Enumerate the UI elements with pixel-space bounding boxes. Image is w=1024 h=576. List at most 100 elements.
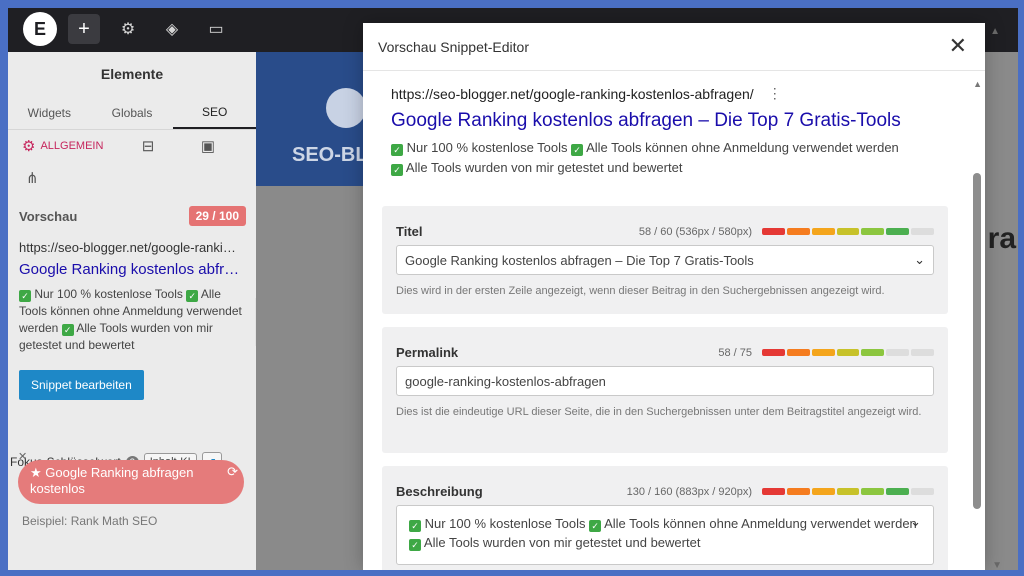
- panel-tabs: Widgets Globals SEO: [8, 96, 257, 130]
- keyword-example: Beispiel: Rank Math SEO: [22, 514, 158, 528]
- chat-icon: ▭: [208, 21, 224, 38]
- checkmark-icon: ✓: [409, 539, 421, 551]
- permalink-section: Permalink 58 / 75 google-ranking-kostenl…: [382, 327, 948, 453]
- length-bar-segment: [762, 349, 785, 356]
- close-icon[interactable]: ✕: [949, 35, 967, 57]
- app-frame: E + ⚙ ◈ ▭ Elemente Widgets Globals SEO ⚙…: [8, 8, 1018, 570]
- permalink-label: Permalink: [396, 345, 459, 360]
- edit-snippet-button[interactable]: Snippet bearbeiten: [19, 370, 144, 400]
- site-banner: SEO-BLO: [256, 52, 383, 186]
- page-scroll-up-icon[interactable]: ▲: [990, 26, 1000, 37]
- description-length-bar: [762, 488, 935, 495]
- title-hint: Dies wird in der ersten Zeile angezeigt,…: [396, 285, 885, 297]
- preview-desc-1: Nur 100 % kostenlose Tools: [34, 287, 183, 301]
- chevron-down-icon[interactable]: ⌄: [914, 252, 925, 268]
- preview-description: ✓ Nur 100 % kostenlose Tools ✓ Alle Tool…: [19, 286, 245, 354]
- title-input[interactable]: Google Ranking kostenlos abfragen – Die …: [396, 245, 934, 275]
- refresh-icon[interactable]: ⟳: [227, 464, 238, 480]
- checkmark-icon: ✓: [391, 144, 403, 156]
- panel-title: Elemente: [100, 66, 164, 82]
- site-settings-button[interactable]: ⚙: [112, 14, 144, 44]
- length-bar-segment: [886, 228, 910, 235]
- description-value-1: Nur 100 % kostenlose Tools: [424, 516, 586, 531]
- add-element-button[interactable]: +: [68, 14, 100, 44]
- checkmark-icon: ✓: [391, 164, 403, 176]
- length-bar-segment: [861, 228, 885, 235]
- length-bar-segment: [786, 488, 810, 495]
- briefcase-icon: ⊟: [141, 138, 155, 155]
- length-bar-segment: [762, 488, 785, 495]
- checkmark-icon: ✓: [186, 290, 199, 302]
- keyword-tag-label: Google Ranking abfragen kostenlos: [30, 465, 194, 496]
- star-icon: ★: [30, 465, 42, 480]
- tab-globals[interactable]: Globals: [91, 96, 174, 129]
- elements-panel: Elemente Widgets Globals SEO ⚙ ALLGEMEIN…: [8, 52, 257, 570]
- notes-button[interactable]: ▭: [200, 14, 232, 44]
- length-bar-segment: [861, 488, 885, 495]
- checkmark-icon: ✓: [19, 290, 31, 302]
- plus-icon: +: [78, 17, 90, 40]
- keyword-tag-box: ✕ ★ Google Ranking abfragen kostenlos ⟳: [14, 450, 250, 512]
- serp-preview: https://seo-blogger.net/google-ranking-k…: [363, 71, 985, 178]
- checkmark-icon: ✓: [61, 324, 74, 336]
- length-bar-segment: [811, 349, 835, 356]
- chevron-down-icon[interactable]: ⌄: [910, 512, 921, 531]
- preview-url: https://seo-blogger.net/google-ranking-k…: [19, 240, 239, 255]
- serp-desc-1: Nur 100 % kostenlose Tools: [406, 140, 568, 155]
- scroll-up-arrow-icon[interactable]: ▲: [973, 79, 982, 89]
- layers-icon: ◈: [165, 21, 179, 38]
- title-input-value: Google Ranking kostenlos abfragen – Die …: [405, 252, 754, 268]
- seo-tab-social[interactable]: ▣: [178, 137, 238, 155]
- length-bar-segment: [786, 228, 810, 235]
- title-length-bar: [762, 228, 935, 235]
- permalink-length-bar: [762, 349, 935, 356]
- description-length-counter: 130 / 160 (883px / 920px): [626, 485, 752, 498]
- remove-keyword-icon[interactable]: ✕: [18, 450, 27, 463]
- page-scroll-down-icon[interactable]: ▼: [992, 560, 1002, 570]
- permalink-input-value: google-ranking-kostenlos-abfragen: [405, 373, 606, 389]
- serp-title[interactable]: Google Ranking kostenlos abfragen – Die …: [391, 110, 985, 132]
- length-bar-segment: [886, 349, 910, 356]
- serp-desc-2: Alle Tools können ohne Anmeldung verwend…: [586, 140, 899, 155]
- length-bar-segment: [836, 349, 860, 356]
- snippet-editor-modal: Vorschau Snippet-Editor ✕ https://seo-bl…: [363, 23, 985, 570]
- title-length-counter: 58 / 60 (536px / 580px): [638, 225, 752, 238]
- permalink-length-counter: 58 / 75: [718, 346, 752, 359]
- more-options-icon[interactable]: ⋮: [768, 85, 782, 102]
- seo-tab-schema[interactable]: ⋔: [8, 162, 256, 194]
- modal-scrollbar[interactable]: [973, 173, 981, 509]
- description-value-3: Alle Tools wurden von mir getestet und b…: [423, 535, 701, 550]
- serp-desc-3: Alle Tools wurden von mir getestet und b…: [405, 160, 683, 175]
- schema-graph-icon: ⋔: [26, 170, 39, 187]
- title-label: Titel: [396, 224, 423, 239]
- keyword-tag[interactable]: ★ Google Ranking abfragen kostenlos: [18, 460, 244, 504]
- seo-tab-general[interactable]: ⚙ ALLGEMEIN: [22, 137, 118, 155]
- tab-seo[interactable]: SEO: [173, 96, 257, 129]
- structure-button[interactable]: ◈: [156, 14, 188, 44]
- seo-tab-advanced[interactable]: ⊟: [118, 137, 178, 155]
- length-bar-segment: [911, 349, 935, 356]
- checkmark-icon: ✓: [589, 520, 602, 532]
- preview-link[interactable]: Google Ranking kostenlos abfragen – Die …: [19, 261, 241, 278]
- elementor-logo-icon[interactable]: E: [23, 12, 57, 46]
- length-bar-segment: [836, 228, 860, 235]
- title-section: Titel 58 / 60 (536px / 580px) Google Ran…: [382, 206, 948, 314]
- length-bar-segment: [886, 488, 910, 495]
- permalink-input[interactable]: google-ranking-kostenlos-abfragen: [396, 366, 934, 396]
- seo-tab-general-label: ALLGEMEIN: [40, 140, 104, 152]
- gear-icon: ⚙: [22, 138, 36, 155]
- description-textarea[interactable]: ✓ Nur 100 % kostenlose Tools ✓ Alle Tool…: [396, 505, 934, 565]
- preview-title: Vorschau: [19, 208, 78, 224]
- seo-subtabs: ⚙ ALLGEMEIN ⊟ ▣: [8, 130, 256, 162]
- length-bar-segment: [762, 228, 785, 235]
- checkmark-icon: ✓: [571, 144, 584, 156]
- description-value-2: Alle Tools können ohne Anmeldung verwend…: [604, 516, 917, 531]
- canvas-heading-fragment: ra: [987, 222, 1016, 255]
- site-emblem-icon: [326, 88, 366, 128]
- sliders-icon: ⚙: [120, 21, 136, 38]
- preview-box: Vorschau 29 / 100 https://seo-blogger.ne…: [8, 198, 256, 400]
- length-bar-segment: [786, 349, 810, 356]
- image-icon: ▣: [200, 138, 216, 155]
- length-bar-segment: [811, 228, 835, 235]
- tab-widgets[interactable]: Widgets: [8, 96, 91, 129]
